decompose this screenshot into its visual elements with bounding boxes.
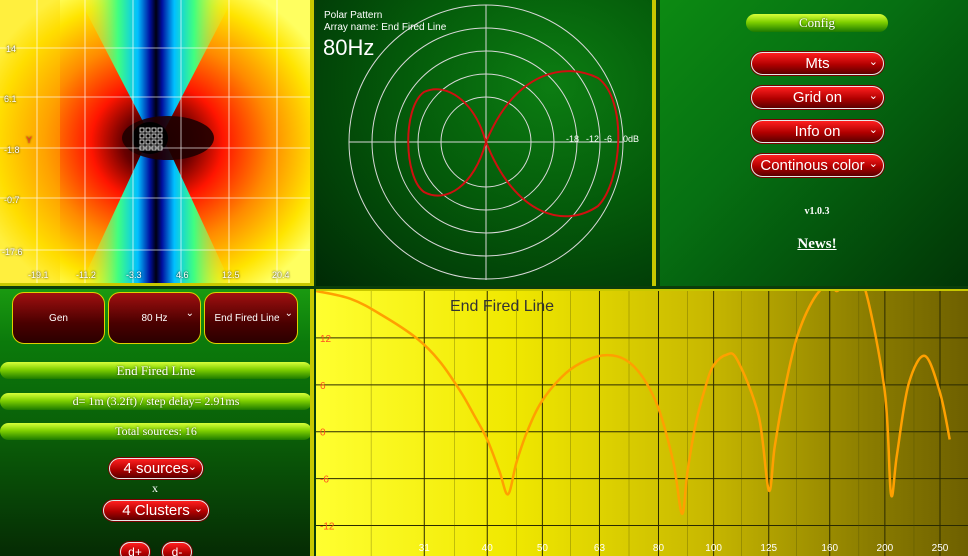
- response-plot: 12 6 0 -6 -12 31 40 50 63 80 100 125 160 200 250 End Fi…: [316, 291, 968, 556]
- config-panel: Config Mts ⌄ Grid on ⌄ Info on ⌄ Continous …: [660, 0, 968, 286]
- response-curve: [316, 291, 951, 516]
- y-tick-label: 12: [320, 334, 332, 345]
- x-tick: 4.6: [176, 270, 189, 280]
- db-tick: -12: [586, 134, 600, 144]
- spacing-info-bar: d= 1m (3.2ft) / step delay= 2.91ms: [0, 393, 310, 410]
- db-tick: -18: [566, 134, 580, 144]
- polar-array-name: Array name: End Fired Line: [324, 22, 447, 33]
- array-type-select-label: End Fired Line: [214, 312, 280, 324]
- array-type-select[interactable]: End Fired Line ⌄: [204, 292, 298, 344]
- y-tick: -1.8: [4, 145, 20, 155]
- units-select-label: Mts: [805, 55, 830, 72]
- info-select[interactable]: Info on ⌄: [751, 120, 884, 143]
- clusters-select-label: 4 Clusters: [122, 502, 190, 519]
- x-tick-label: 40: [482, 543, 494, 554]
- array-controls-panel: Gen 80 Hz ⌄ End Fired Line ⌄ End Fired L…: [0, 289, 314, 556]
- chevron-down-icon: ⌄: [868, 158, 878, 170]
- x-tick: 20.4: [272, 270, 290, 280]
- chevron-down-icon: ⌄: [868, 124, 878, 136]
- units-select[interactable]: Mts ⌄: [751, 52, 884, 75]
- chevron-down-icon: ⌄: [185, 308, 194, 319]
- polar-title: Polar Pattern: [324, 10, 383, 21]
- chart-title: End Fired Line: [450, 298, 554, 315]
- x-tick-label: 125: [760, 543, 777, 554]
- db-tick: 0dB: [623, 134, 640, 144]
- x-tick-label: 50: [537, 543, 549, 554]
- grid-select[interactable]: Grid on ⌄: [751, 86, 884, 109]
- color-select-label: Continous color: [760, 157, 865, 174]
- frequency-select[interactable]: 80 Hz ⌄: [108, 292, 201, 344]
- x-tick-label: 100: [705, 543, 722, 554]
- y-tick: 14: [6, 44, 17, 54]
- x-tick: -3.3: [126, 270, 142, 280]
- total-sources-bar: Total sources: 16: [0, 423, 310, 440]
- color-select[interactable]: Continous color ⌄: [751, 154, 884, 177]
- x-tick-label: 160: [821, 543, 838, 554]
- frequency-select-label: 80 Hz: [141, 312, 168, 324]
- db-tick: -6: [604, 134, 613, 144]
- version-label: v1.0.3: [804, 206, 830, 217]
- x-tick: -11.2: [76, 270, 96, 280]
- array-title-bar: End Fired Line: [0, 362, 310, 379]
- chevron-down-icon: ⌄: [193, 503, 203, 515]
- x-tick: -19.1: [28, 270, 49, 280]
- chevron-down-icon: ⌄: [868, 56, 878, 68]
- x-tick-label: 80: [653, 543, 665, 554]
- x-tick-label: 63: [594, 543, 606, 554]
- clusters-select[interactable]: 4 Clusters ⌄: [103, 500, 209, 521]
- x-tick-label: 250: [932, 543, 949, 554]
- chevron-down-icon: ⌄: [187, 461, 197, 473]
- config-button[interactable]: Config: [746, 14, 888, 32]
- frequency-response-chart: 12 6 0 -6 -12 31 40 50 63 80 100 125 160 200 250 End Fi…: [316, 289, 968, 556]
- grid-select-label: Grid on: [792, 89, 843, 106]
- field-heatmap[interactable]: 14 6.1 -1.8 -0.7 -17.6 Y -19.1 -11.2 -3.…: [0, 0, 314, 286]
- chevron-down-icon: ⌄: [868, 90, 878, 102]
- distance-decrease-button[interactable]: d-: [162, 542, 192, 556]
- y-tick-label: 6: [320, 381, 326, 392]
- y-tick: -17.6: [2, 247, 23, 257]
- y-tick-label: -6: [320, 475, 329, 486]
- y-tick-label: -12: [320, 522, 335, 533]
- y-tick: -0.7: [4, 195, 20, 205]
- y-tick: 6.1: [4, 94, 17, 104]
- times-label: x: [152, 481, 158, 495]
- polar-frequency: 80Hz: [323, 35, 375, 60]
- y-axis-label: Y: [26, 135, 33, 145]
- sources-select-label: 4 sources: [123, 460, 189, 477]
- news-link[interactable]: News!: [660, 236, 968, 253]
- polar-pattern-panel: Polar Pattern Array name: End Fired Line…: [316, 0, 656, 286]
- chevron-down-icon: ⌄: [284, 308, 293, 319]
- gen-button[interactable]: Gen: [12, 292, 105, 344]
- sources-select[interactable]: 4 sources ⌄: [109, 458, 203, 479]
- x-tick-label: 200: [877, 543, 894, 554]
- x-tick: 12.5: [222, 270, 240, 280]
- distance-increase-button[interactable]: d+: [120, 542, 150, 556]
- y-tick-label: 0: [320, 428, 326, 439]
- heatmap-graphic: [0, 0, 310, 283]
- info-select-label: Info on: [794, 123, 841, 140]
- x-tick-label: 31: [419, 543, 431, 554]
